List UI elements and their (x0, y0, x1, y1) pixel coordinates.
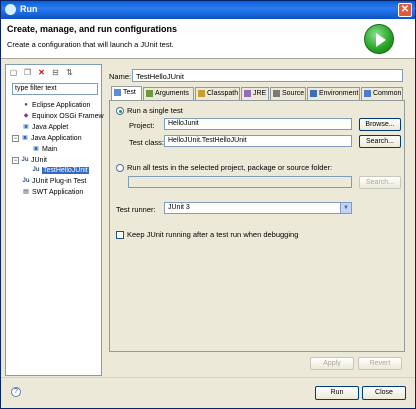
tab-test[interactable]: Test (111, 86, 142, 101)
radio-unselected-icon[interactable] (116, 164, 124, 173)
name-label: Name: (109, 72, 132, 81)
osgi-icon: ◆ (23, 113, 29, 119)
common-icon (364, 89, 371, 97)
environment-icon (310, 89, 317, 97)
junit-icon (114, 88, 121, 96)
collapse-all-icon[interactable]: ⊟ (50, 67, 61, 78)
radio-selected-icon[interactable] (116, 107, 124, 116)
footer-divider (1, 377, 415, 378)
test-class-field[interactable]: HelloJUnit.TestHelloJUnit (164, 135, 352, 147)
tree-toolbar: ▢ ❐ ✕ ⊟ ⇅ (8, 67, 75, 79)
collapse-toggle-icon[interactable]: − (12, 156, 19, 164)
run-single-test-option[interactable]: Run a single test (116, 106, 183, 116)
chevron-down-icon[interactable]: ▼ (340, 203, 351, 213)
eclipse-app-icon: ● (24, 102, 28, 108)
source-icon (273, 89, 280, 97)
project-field[interactable]: HelloJunit (164, 118, 352, 130)
tab-label: Arguments (155, 90, 189, 97)
delete-icon[interactable]: ✕ (36, 67, 47, 78)
tree-item-java-application[interactable]: − ▣ Java Application (12, 134, 82, 144)
tab-label: Environment (319, 90, 359, 97)
search-container-button: Search... (359, 176, 401, 189)
tab-label: Test (123, 89, 136, 96)
applet-icon: ▣ (23, 124, 29, 130)
banner-subtitle: Create a configuration that will launch … (7, 40, 174, 49)
tree-item-label: Java Applet (32, 123, 69, 131)
tab-arguments[interactable]: Arguments (143, 87, 194, 100)
tree-item-label: Equinox OSGi Framew (32, 112, 104, 120)
filter-icon[interactable]: ⇅ (64, 67, 75, 78)
tree-item-equinox[interactable]: ◆ Equinox OSGi Framew (22, 112, 104, 122)
run-dialog: Run ✕ Create, manage, and run configurat… (0, 0, 416, 409)
test-runner-value: JUnit 3 (168, 204, 190, 211)
tab-environment[interactable]: Environment (307, 87, 360, 100)
run-all-label: Run all tests in the selected project, p… (127, 163, 333, 172)
run-all-tests-option[interactable]: Run all tests in the selected project, p… (116, 163, 333, 173)
tree-item-label: Main (42, 145, 58, 153)
keep-running-option[interactable]: Keep JUnit running after a test run when… (116, 230, 299, 240)
collapse-toggle-icon[interactable]: − (12, 134, 19, 142)
junit-icon: Ju (21, 157, 29, 163)
tree-item-java-applet[interactable]: ▣ Java Applet (22, 123, 68, 133)
tab-label: JRE (253, 90, 267, 97)
tree-item-label: TestHelloJUnit (42, 166, 89, 174)
java-app-icon: ▣ (22, 135, 28, 141)
configuration-tree-panel: ▢ ❐ ✕ ⊟ ⇅ type filter text ● Eclipse Appl… (5, 64, 104, 376)
tab-label: Source (282, 90, 305, 97)
browse-button[interactable]: Browse... (359, 118, 401, 131)
tree-item-swt-application[interactable]: ▤ SWT Application (22, 188, 83, 198)
tab-source[interactable]: Source (270, 87, 306, 100)
eclipse-icon (5, 4, 16, 15)
new-config-icon[interactable]: ▢ (8, 67, 19, 78)
apply-button[interactable]: Apply (310, 357, 354, 370)
keep-running-label: Keep JUnit running after a test run when… (127, 230, 299, 239)
test-tab-panel: Run a single test Project: HelloJunit Br… (109, 100, 405, 352)
checkbox-icon[interactable] (116, 231, 124, 240)
tree-item-label: JUnit (31, 156, 47, 164)
banner-heading: Create, manage, and run configurations (7, 24, 178, 34)
tab-common[interactable]: Common (361, 87, 403, 100)
search-button[interactable]: Search... (359, 135, 401, 148)
test-class-label: Test class: (129, 138, 165, 147)
filter-input[interactable]: type filter text (12, 83, 98, 95)
container-field (128, 176, 352, 188)
revert-button[interactable]: Revert (358, 357, 402, 370)
tab-label: Common (373, 90, 402, 97)
junit-plugin-icon: Ju (22, 178, 30, 184)
tree-item-junit-plugin[interactable]: Ju JUnit Plug-in Test (22, 177, 86, 187)
header-banner: Create, manage, and run configurations C… (1, 19, 415, 59)
name-input[interactable]: TestHelloJUnit (132, 69, 403, 82)
tree-item-label: SWT Application (32, 188, 84, 196)
arguments-icon (146, 89, 153, 97)
jre-icon (244, 89, 251, 97)
test-runner-select[interactable]: JUnit 3 ▼ (164, 202, 352, 214)
tree-item-label: JUnit Plug-in Test (32, 177, 87, 185)
help-icon[interactable]: ? (11, 387, 21, 397)
tree-item-label: Eclipse Application (32, 101, 91, 109)
tree-item-junit[interactable]: − Ju JUnit (12, 156, 47, 166)
tree-item-eclipse-application[interactable]: ● Eclipse Application (22, 101, 90, 111)
tab-classpath[interactable]: Classpath (195, 87, 240, 100)
tree-item-label: Java Application (31, 134, 82, 142)
tab-label: Classpath (207, 90, 239, 97)
run-button[interactable]: Run (315, 386, 359, 400)
run-single-label: Run a single test (127, 106, 183, 115)
tab-jre[interactable]: JRE (241, 87, 269, 100)
window-title: Run (20, 4, 38, 14)
java-app-icon: ▣ (33, 146, 39, 152)
classpath-icon (198, 89, 205, 97)
duplicate-icon[interactable]: ❐ (22, 67, 33, 78)
tree-item-testhellojunit[interactable]: Ju TestHelloJUnit (32, 166, 89, 176)
junit-icon: Ju (32, 167, 40, 173)
swt-icon: ▤ (23, 189, 29, 195)
project-label: Project: (129, 121, 155, 130)
close-window-button[interactable]: ✕ (398, 3, 412, 17)
close-button[interactable]: Close (362, 386, 406, 400)
test-runner-label: Test runner: (116, 205, 156, 214)
run-icon (364, 24, 394, 54)
title-bar[interactable]: Run ✕ (1, 1, 415, 19)
tree-item-main[interactable]: ▣ Main (32, 145, 57, 155)
